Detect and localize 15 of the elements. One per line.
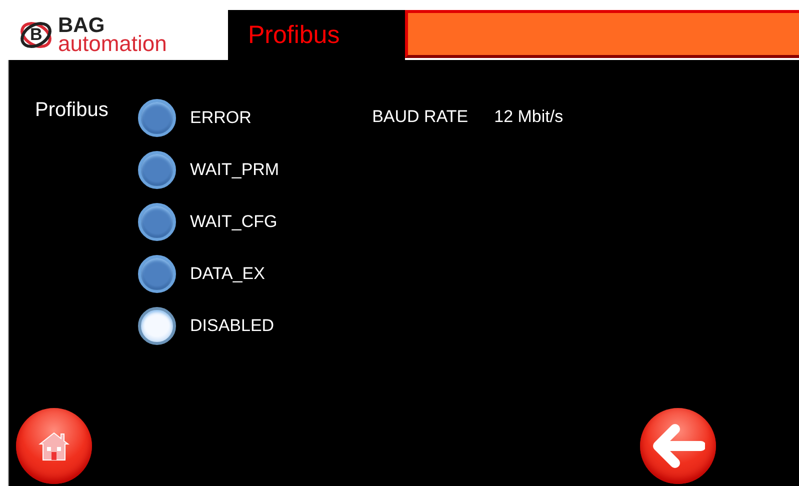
page-title: Profibus	[228, 10, 405, 60]
logo-letter: B	[30, 25, 42, 45]
baud-rate-label: BAUD RATE	[372, 107, 468, 128]
status-label: DISABLED	[190, 316, 274, 336]
baud-rate-value: 12 Mbit/s	[494, 107, 564, 128]
back-arrow-icon	[651, 424, 705, 468]
logo-brand: BAG	[58, 15, 105, 36]
status-label: ERROR	[190, 108, 252, 128]
status-label: WAIT_CFG	[190, 212, 278, 232]
status-label: WAIT_PRM	[190, 160, 280, 180]
logo-subtitle: automation	[58, 33, 167, 55]
section-label: Profibus	[35, 99, 110, 123]
status-label: DATA_EX	[190, 264, 265, 284]
home-icon	[37, 430, 71, 462]
logo-ring-icon	[18, 19, 54, 51]
